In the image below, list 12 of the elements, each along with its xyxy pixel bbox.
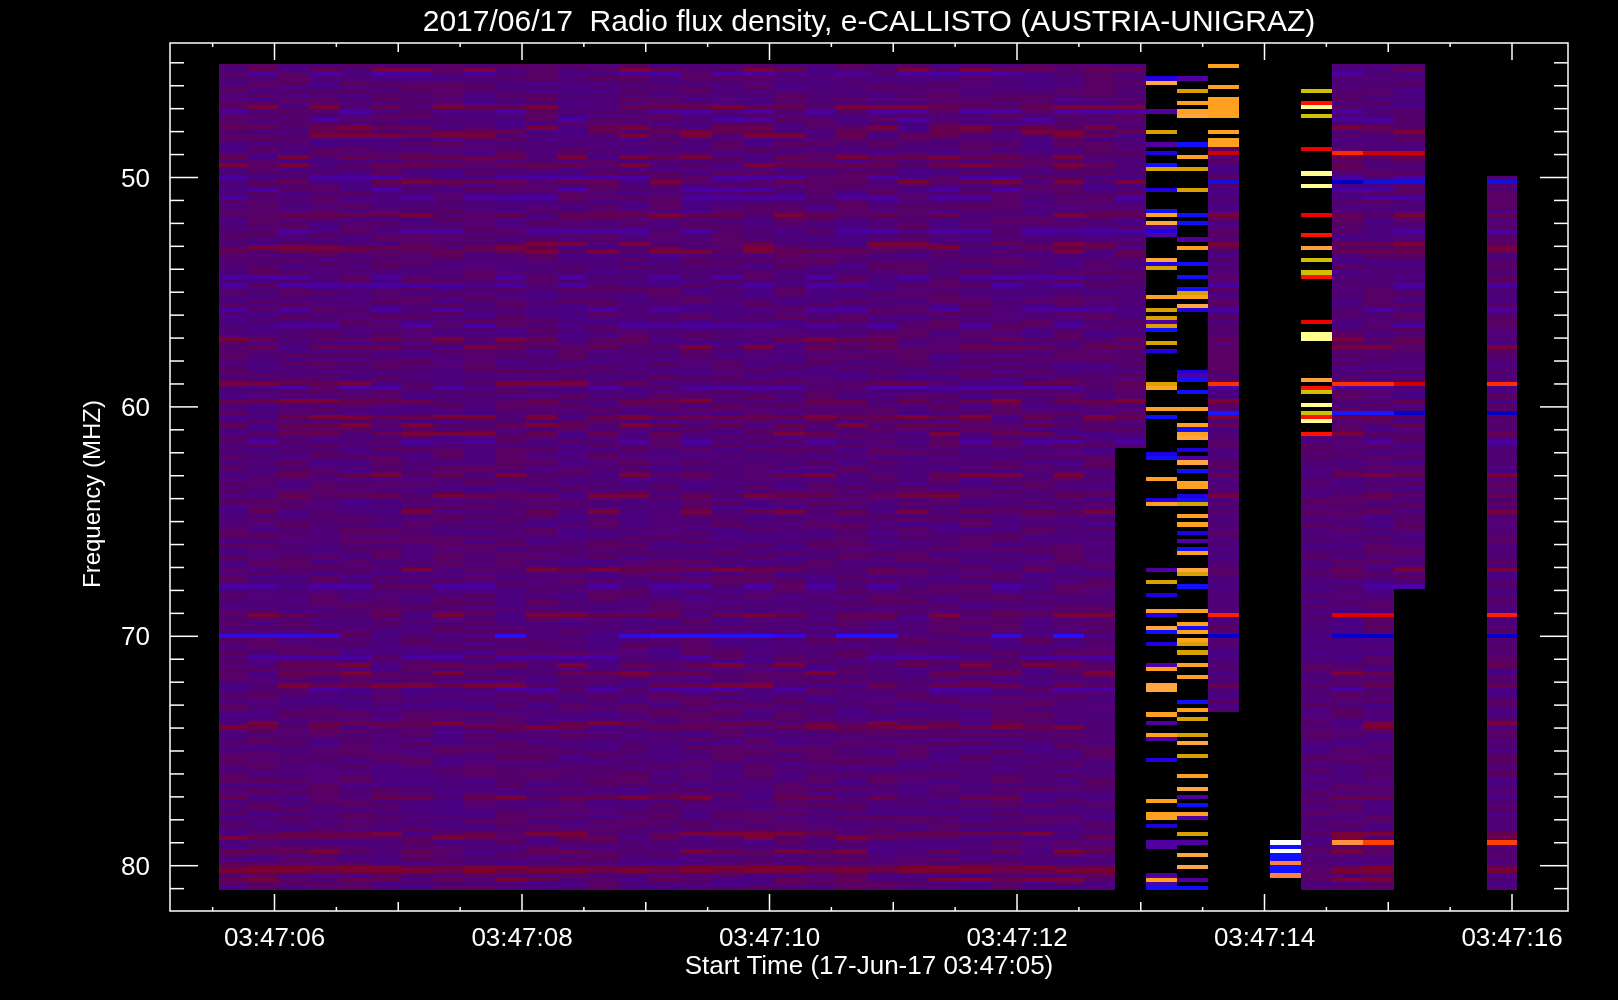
chart-title: 2017/06/17 Radio flux density, e-CALLISTO (AUSTRIA-UNIGRAZ) [421, 3, 1317, 39]
x-tick-label: 03:47:08 [470, 922, 574, 952]
x-tick-label: 03:47:16 [1460, 922, 1564, 952]
x-tick-label: 03:47:12 [965, 922, 1069, 952]
x-axis-label: Start Time (17-Jun-17 03:47:05) [683, 950, 1055, 980]
y-tick-label: 70 [120, 621, 150, 652]
x-tick-label: 03:47:14 [1212, 922, 1317, 952]
y-axis-label: Frequency (MHZ) [77, 399, 106, 590]
x-tick-label: 03:47:06 [222, 922, 327, 952]
y-tick-label: 80 [120, 850, 150, 881]
y-tick-label: 50 [120, 162, 150, 193]
x-tick-label: 03:47:10 [717, 922, 822, 952]
